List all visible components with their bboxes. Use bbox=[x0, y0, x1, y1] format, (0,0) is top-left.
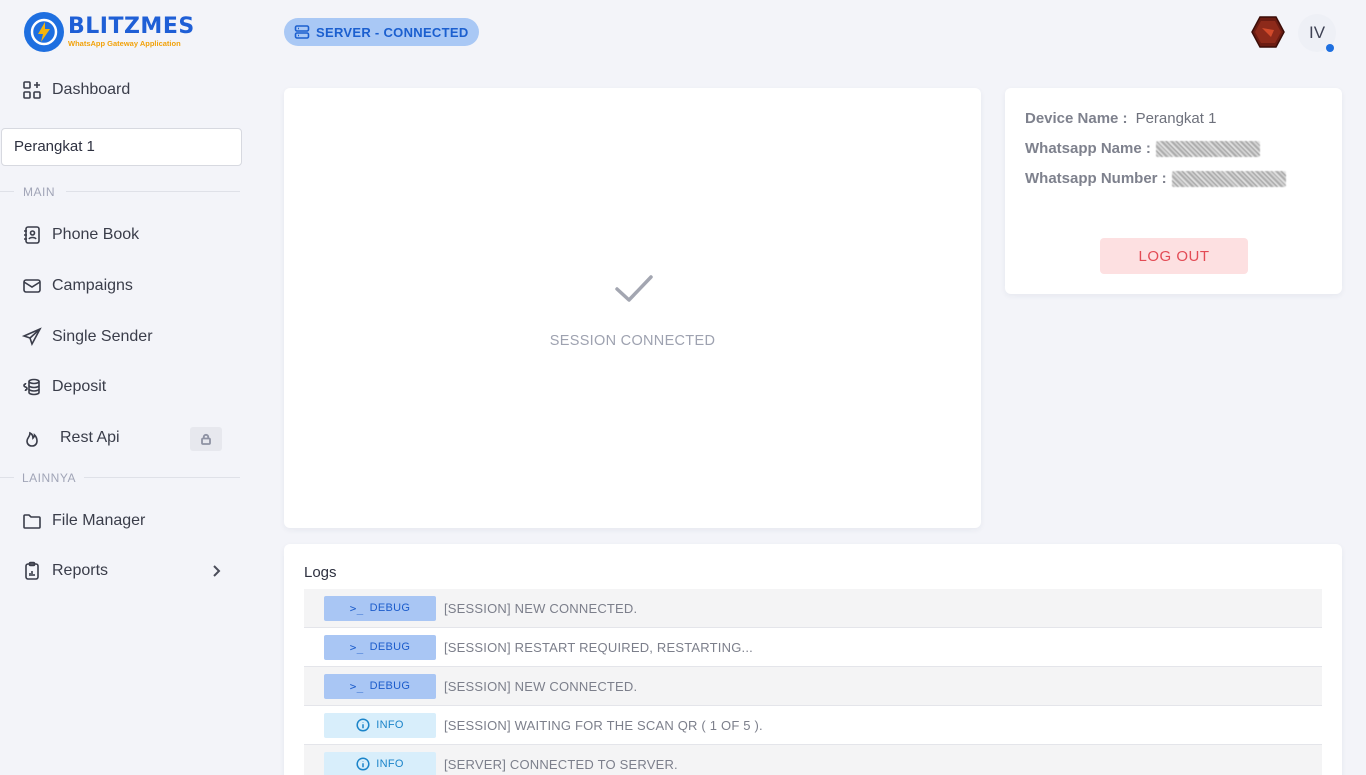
folder-icon bbox=[22, 511, 42, 531]
user-initials: IV bbox=[1308, 23, 1326, 42]
log-row: INFO [SERVER] CONNECTED TO SERVER. bbox=[304, 745, 1322, 775]
log-message: [SESSION] NEW CONNECTED. bbox=[444, 678, 638, 694]
sidebar-item-single-sender[interactable]: Single Sender bbox=[22, 325, 153, 349]
log-row: >_ DEBUG [SESSION] NEW CONNECTED. bbox=[304, 589, 1322, 628]
log-message: [SESSION] NEW CONNECTED. bbox=[444, 600, 638, 616]
sidebar-item-label: Single Sender bbox=[52, 328, 153, 345]
brand-tagline: WhatsApp Gateway Application bbox=[68, 38, 181, 48]
terminal-icon: >_ bbox=[349, 601, 364, 615]
sidebar-item-phone-book[interactable]: Phone Book bbox=[22, 223, 139, 247]
divider bbox=[84, 477, 240, 478]
online-status-dot bbox=[1326, 44, 1334, 52]
brand-name: BLITZMES bbox=[68, 13, 195, 39]
divider bbox=[0, 477, 14, 478]
contact-book-icon bbox=[22, 225, 42, 245]
log-level-text: DEBUG bbox=[369, 602, 411, 614]
sidebar-item-campaigns[interactable]: Campaigns bbox=[22, 274, 133, 298]
sidebar-item-label: File Manager bbox=[52, 512, 146, 529]
logs-card: Logs >_ DEBUG [SESSION] NEW CONNECTED. >… bbox=[284, 544, 1342, 775]
session-card: SESSION CONNECTED bbox=[284, 88, 981, 528]
sidebar-item-label: Deposit bbox=[52, 378, 107, 395]
sidebar-item-reports[interactable]: Reports bbox=[22, 559, 108, 583]
info-icon bbox=[356, 757, 370, 771]
log-level-text: DEBUG bbox=[369, 680, 411, 692]
log-level-badge: INFO bbox=[324, 751, 436, 775]
terminal-icon: >_ bbox=[349, 640, 364, 654]
section-label-other: LAINNYA bbox=[22, 471, 76, 485]
log-level-badge: INFO bbox=[324, 712, 436, 738]
hexagon-avatar-icon[interactable] bbox=[1251, 16, 1285, 48]
sidebar-item-label: Phone Book bbox=[52, 226, 140, 243]
terminal-icon: >_ bbox=[349, 679, 364, 693]
log-level-badge: >_ DEBUG bbox=[324, 634, 436, 660]
server-status-text: SERVER - CONNECTED bbox=[316, 24, 469, 40]
checkmark-icon bbox=[615, 275, 653, 302]
whatsapp-name-label: Whatsapp Name : bbox=[1025, 140, 1151, 157]
brand[interactable]: BLITZMES WhatsApp Gateway Application bbox=[24, 12, 195, 52]
device-select[interactable]: Perangkat 1 bbox=[1, 128, 242, 166]
log-row: >_ DEBUG [SESSION] RESTART REQUIRED, RES… bbox=[304, 628, 1322, 667]
sidebar-item-rest-api[interactable]: Rest Api bbox=[22, 426, 120, 450]
logs-title: Logs bbox=[304, 564, 337, 581]
divider bbox=[0, 191, 14, 192]
device-name-label: Device Name : bbox=[1025, 110, 1128, 127]
locked-badge bbox=[190, 427, 222, 451]
log-level-text: INFO bbox=[376, 758, 404, 770]
send-icon bbox=[22, 327, 42, 347]
lock-icon bbox=[201, 433, 211, 445]
log-message: [SERVER] CONNECTED TO SERVER. bbox=[444, 756, 678, 772]
mail-icon bbox=[22, 276, 42, 296]
sidebar-item-dashboard[interactable]: Dashboard bbox=[22, 78, 130, 102]
clipboard-chart-icon bbox=[22, 561, 42, 581]
whatsapp-number-redacted bbox=[1171, 170, 1286, 187]
sidebar-item-label: Rest Api bbox=[60, 429, 120, 446]
device-name-value: Perangkat 1 bbox=[1135, 110, 1217, 127]
session-status-text: SESSION CONNECTED bbox=[549, 333, 716, 349]
log-message: [SESSION] WAITING FOR THE SCAN QR ( 1 OF… bbox=[444, 717, 763, 733]
sidebar-item-label: Reports bbox=[52, 562, 109, 579]
dashboard-icon bbox=[22, 80, 42, 100]
server-icon bbox=[294, 25, 310, 39]
log-level-text: DEBUG bbox=[369, 641, 411, 653]
device-info-card: Device Name : Perangkat 1 Whatsapp Name … bbox=[1005, 88, 1342, 294]
whatsapp-number-row: Whatsapp Number : bbox=[1025, 170, 1286, 187]
log-message: [SESSION] RESTART REQUIRED, RESTARTING..… bbox=[444, 639, 753, 655]
flame-icon bbox=[22, 428, 42, 448]
log-level-badge: >_ DEBUG bbox=[324, 673, 436, 699]
coins-icon bbox=[22, 377, 42, 397]
whatsapp-name-row: Whatsapp Name : bbox=[1025, 140, 1260, 157]
info-icon bbox=[356, 718, 370, 732]
sidebar-item-label: Dashboard bbox=[52, 81, 131, 98]
log-level-badge: >_ DEBUG bbox=[324, 595, 436, 621]
sidebar-item-deposit[interactable]: Deposit bbox=[22, 375, 106, 399]
logout-button[interactable]: LOG OUT bbox=[1100, 238, 1248, 274]
sidebar: BLITZMES WhatsApp Gateway Application Da… bbox=[0, 0, 256, 775]
section-label-main: MAIN bbox=[23, 185, 55, 199]
log-level-text: INFO bbox=[376, 719, 404, 731]
log-row: INFO [SESSION] WAITING FOR THE SCAN QR (… bbox=[304, 706, 1322, 745]
log-row: >_ DEBUG [SESSION] NEW CONNECTED. bbox=[304, 667, 1322, 706]
lightning-logo-icon bbox=[24, 12, 64, 52]
whatsapp-name-redacted bbox=[1155, 140, 1260, 157]
device-name-row: Device Name : Perangkat 1 bbox=[1025, 110, 1216, 127]
whatsapp-number-label: Whatsapp Number : bbox=[1025, 170, 1167, 187]
sidebar-item-label: Campaigns bbox=[52, 277, 133, 294]
server-status-badge: SERVER - CONNECTED bbox=[284, 18, 479, 46]
chevron-right-icon[interactable] bbox=[208, 563, 224, 579]
sidebar-item-file-manager[interactable]: File Manager bbox=[22, 509, 145, 533]
divider bbox=[66, 191, 240, 192]
